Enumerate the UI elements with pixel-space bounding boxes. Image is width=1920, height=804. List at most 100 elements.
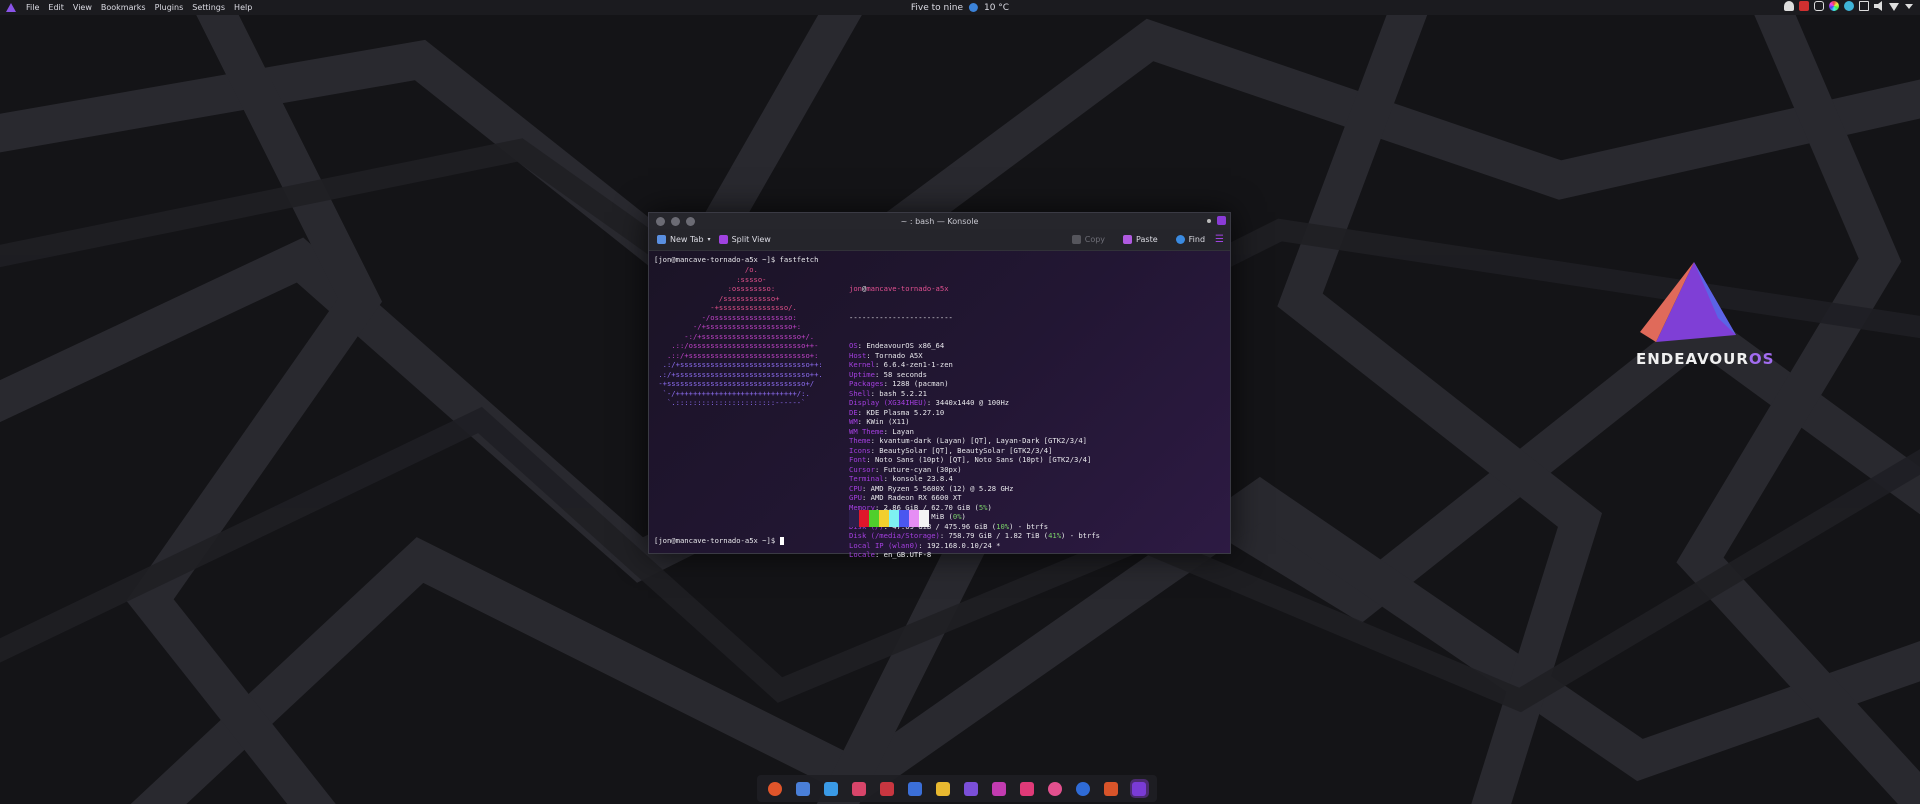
- konsole-window: ~ : bash — Konsole New Tab ▾ Split View …: [648, 212, 1231, 559]
- chevron-down-icon[interactable]: [1905, 4, 1913, 9]
- ascii-art-line: -+ssssssssssssssssssssssssssssssso+/: [654, 379, 815, 388]
- palette-swatch: [869, 510, 879, 527]
- info-key: Font: [849, 455, 867, 464]
- menu-edit[interactable]: Edit: [48, 3, 64, 12]
- info-colon: :: [857, 417, 867, 426]
- info-value: KWin (X11): [866, 417, 910, 426]
- dock-item[interactable]: [850, 779, 869, 798]
- search-icon: [1175, 235, 1185, 244]
- volume-icon[interactable]: [1874, 1, 1882, 11]
- menu-plugins[interactable]: Plugins: [155, 3, 184, 12]
- info-key: Theme: [849, 436, 871, 445]
- info-colon: :: [918, 540, 927, 550]
- endeavouros-desktop-logo: [1640, 262, 1736, 342]
- hamburger-menu-icon[interactable]: ☰: [1215, 234, 1224, 245]
- minimize-button[interactable]: [1207, 218, 1211, 223]
- find-button[interactable]: Find: [1175, 235, 1205, 244]
- info-key: Local IP (wlan0): [849, 540, 919, 550]
- dock-item[interactable]: [794, 779, 813, 798]
- bell-icon[interactable]: [1784, 1, 1794, 11]
- wifi-icon[interactable]: [1889, 3, 1899, 11]
- info-value: EndeavourOS x86_64: [866, 341, 945, 350]
- close-button[interactable]: [1217, 216, 1226, 225]
- clipboard-icon[interactable]: [1859, 1, 1869, 11]
- shield-icon[interactable]: [1814, 1, 1824, 11]
- info-key: WM Theme: [849, 426, 884, 436]
- blue-face-icon: [1076, 781, 1090, 796]
- info-row: Display (XG34IHEU): 3440x1440 @ 100Hz: [849, 398, 1100, 408]
- window-title: ~ : bash — Konsole: [900, 216, 979, 226]
- info-row: Cursor: Future-cyan (30px): [849, 465, 1100, 475]
- terminal-area[interactable]: [jon@mancave-tornado-a5x ~]$ fastfetch /…: [649, 251, 1230, 559]
- clock-widget[interactable]: Five to nine 10 °C: [911, 3, 1009, 13]
- info-key: Locale: [849, 550, 875, 559]
- command-text: fastfetch: [779, 255, 819, 264]
- weather-text[interactable]: 10 °C: [984, 3, 1009, 13]
- dock-item[interactable]: [1018, 779, 1037, 798]
- palette-swatch: [849, 510, 859, 527]
- dock-item[interactable]: [766, 779, 785, 798]
- palette-swatch: [909, 510, 919, 527]
- fastfetch-info: jon@mancave-tornado-a5x ----------------…: [849, 265, 1100, 579]
- second-prompt-line: [jon@mancave-tornado-a5x ~]$: [654, 536, 784, 546]
- dock-item[interactable]: [1129, 779, 1149, 798]
- ascii-art-line: -/ossssssssssssssssso:: [654, 312, 797, 322]
- dock-item[interactable]: [990, 779, 1009, 798]
- info-colon: :: [926, 398, 936, 407]
- new-tab-icon: [657, 235, 666, 244]
- paste-label: Paste: [1136, 235, 1158, 244]
- paste-button[interactable]: Paste: [1123, 235, 1158, 244]
- purple-app-icon: [964, 781, 978, 796]
- menu-help[interactable]: Help: [234, 3, 252, 12]
- info-key: WM: [849, 417, 858, 426]
- info-key: Kernel: [849, 360, 875, 369]
- dock-item[interactable]: [1046, 779, 1065, 798]
- new-tab-button[interactable]: New Tab ▾: [657, 235, 711, 244]
- cloud-icon[interactable]: [1844, 1, 1854, 11]
- palette-swatch: [919, 510, 929, 527]
- chevron-down-icon[interactable]: ▾: [708, 236, 711, 243]
- info-row: OS: EndeavourOS x86_64: [849, 341, 1100, 351]
- clock-text[interactable]: Five to nine: [911, 3, 963, 13]
- dock-item[interactable]: [906, 779, 925, 798]
- menu-view[interactable]: View: [73, 3, 92, 12]
- info-key: Display (XG34IHEU): [849, 398, 927, 407]
- palette-icon[interactable]: [1829, 1, 1839, 11]
- konsole-icon: [1132, 781, 1146, 796]
- info-colon: :: [883, 379, 893, 388]
- pink-app-icon: [1020, 781, 1034, 796]
- info-colon: :: [874, 550, 884, 559]
- info-key: Host: [849, 350, 867, 360]
- dock-item[interactable]: [934, 779, 953, 798]
- info-percent-close: ) - btrfs: [1061, 531, 1100, 540]
- menu-file[interactable]: File: [26, 3, 39, 12]
- telegram-icon: [824, 781, 838, 796]
- split-view-button[interactable]: Split View: [718, 235, 771, 244]
- info-row: WM: KWin (X11): [849, 417, 1100, 427]
- dock-item[interactable]: [1102, 779, 1121, 798]
- dock-item[interactable]: [822, 779, 841, 798]
- mail-icon: [796, 781, 810, 796]
- shield-yellow-icon: [936, 781, 950, 796]
- info-row: Locale: en_GB.UTF-8: [849, 550, 1100, 560]
- red-app-icon[interactable]: [1799, 1, 1809, 11]
- menu-bookmarks[interactable]: Bookmarks: [101, 3, 146, 12]
- menu-settings[interactable]: Settings: [192, 3, 225, 12]
- info-row: Kernel: 6.6.4-zen1-1-zen: [849, 360, 1100, 370]
- window-titlebar[interactable]: ~ : bash — Konsole: [649, 213, 1230, 229]
- ascii-art-line: .:/+sssssssssssssssssssssssssssssso++.: [654, 369, 823, 379]
- info-key: Cursor: [849, 464, 875, 474]
- info-colon: :: [861, 493, 871, 502]
- info-key: Shell: [849, 388, 871, 398]
- info-value: konsole 23.8.4: [892, 474, 953, 483]
- ascii-art-line: /ssssssssssso+: [654, 293, 780, 303]
- endeavouros-launcher-icon[interactable]: [5, 2, 17, 14]
- editor-icon: [852, 781, 866, 796]
- info-row: DE: KDE Plasma 5.27.10: [849, 408, 1100, 418]
- dock-item[interactable]: [962, 779, 981, 798]
- dock-item[interactable]: [1074, 779, 1093, 798]
- copy-button[interactable]: Copy: [1071, 235, 1105, 244]
- dock-item[interactable]: [878, 779, 897, 798]
- info-value: 192.168.0.10/24 *: [926, 540, 1001, 550]
- palette-swatch: [899, 510, 909, 527]
